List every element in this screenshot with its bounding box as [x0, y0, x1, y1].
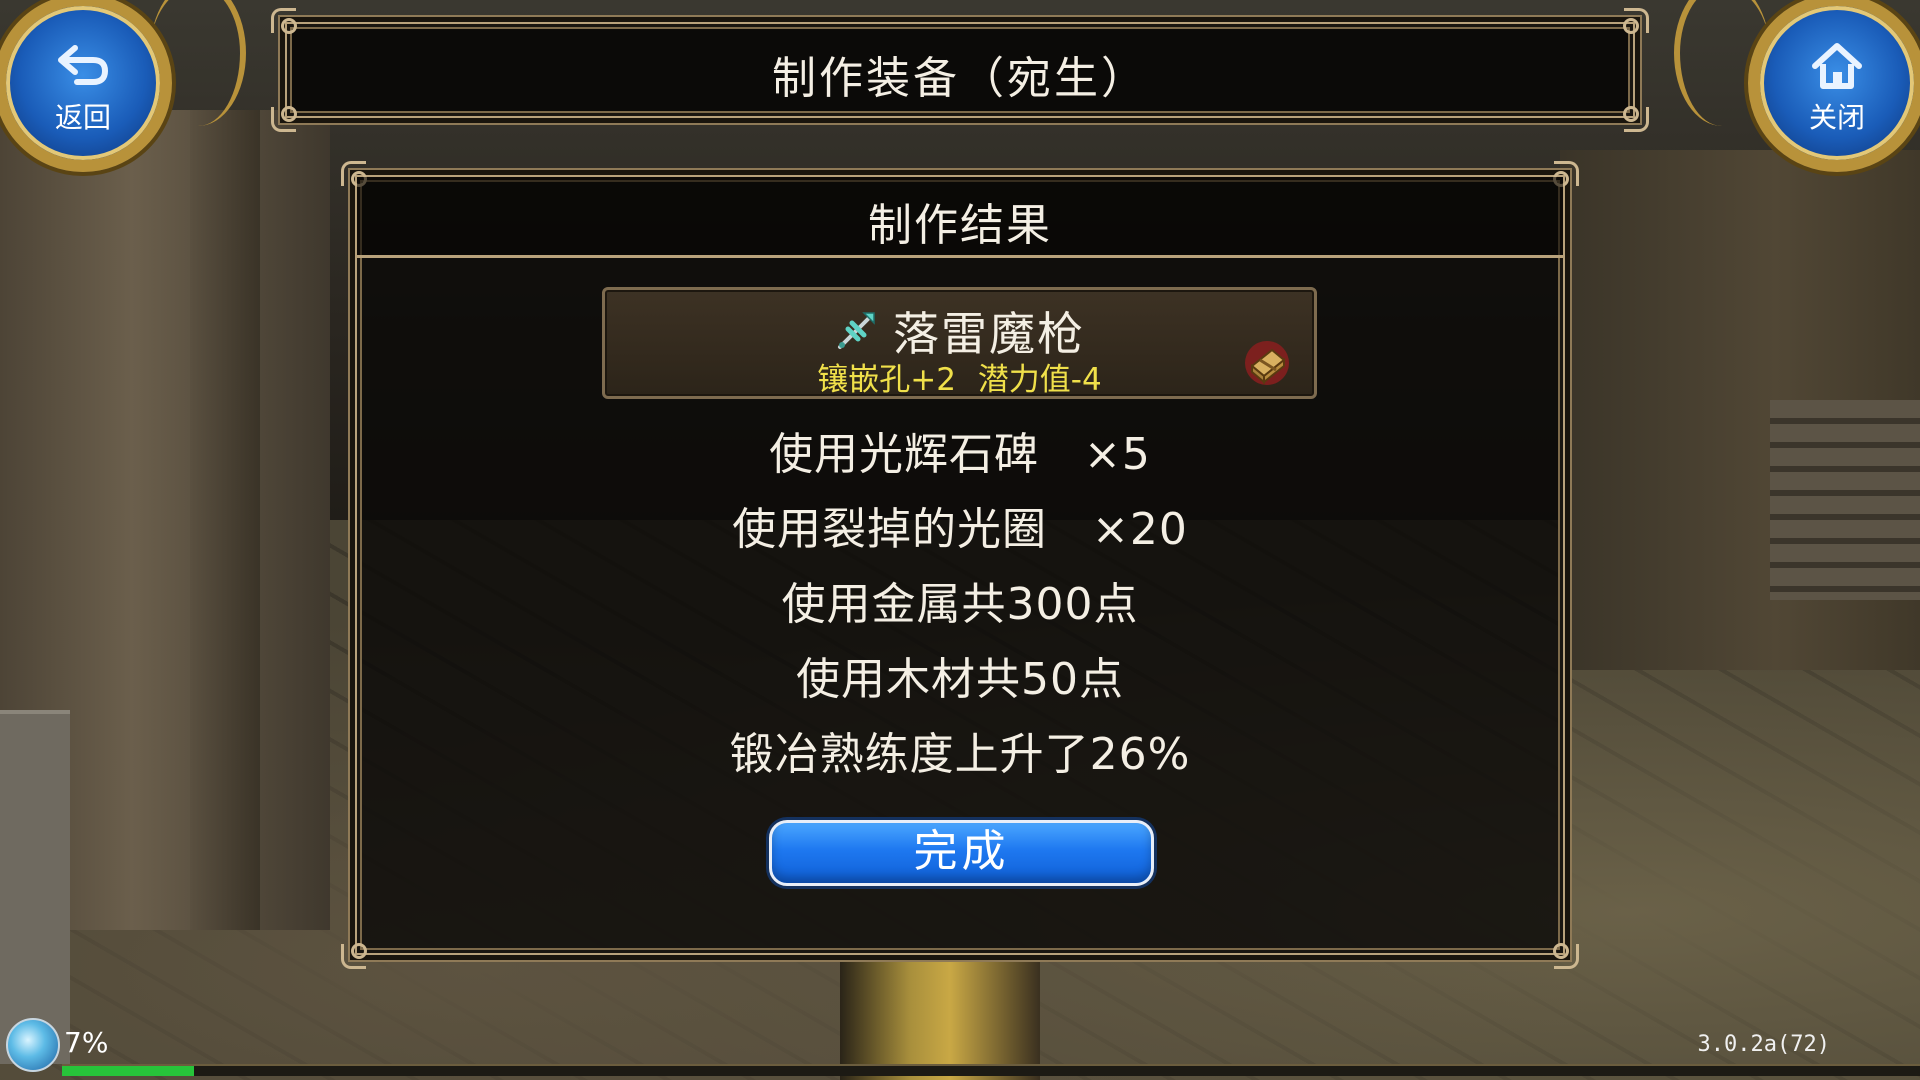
- experience-bar: [62, 1064, 1920, 1076]
- item-stat-sockets: 镶嵌孔+2: [817, 362, 956, 398]
- title-bar: 制作装备（宛生）: [271, 8, 1649, 132]
- result-line-proficiency: 锻冶熟练度上升了26%: [729, 729, 1191, 780]
- scene-right-building: [1560, 150, 1920, 670]
- frame-corner-ornament: [1535, 925, 1579, 969]
- frame-corner-ornament: [341, 925, 385, 969]
- item-stats: 镶嵌孔+2 潜力值-4: [605, 354, 1314, 399]
- experience-bar-fill: [62, 1066, 194, 1076]
- done-button[interactable]: 完成: [769, 820, 1154, 886]
- dialog-title: 制作结果: [868, 200, 1052, 251]
- result-line-material-2: 使用裂掉的光圈 ×20: [732, 504, 1188, 555]
- dialog-header: 制作结果: [357, 177, 1563, 258]
- spear-icon: [837, 312, 875, 349]
- scene-stone-block: [0, 710, 70, 1064]
- close-button[interactable]: 关闭: [1748, 0, 1920, 172]
- result-line-metal: 使用金属共300点: [781, 579, 1139, 630]
- item-stat-potential: 潜力值-4: [977, 362, 1102, 398]
- result-line-material-1: 使用光辉石碑 ×5: [769, 429, 1151, 480]
- scene-left-building: [0, 110, 330, 1064]
- scene-pillar: [190, 110, 260, 930]
- player-character: [840, 960, 1040, 1080]
- experience-orb-icon: [6, 1018, 60, 1072]
- result-line-wood: 使用木材共50点: [796, 654, 1124, 705]
- scene-stairs: [1770, 400, 1920, 600]
- version-label: 3.0.2a(72): [1697, 1032, 1830, 1057]
- back-button-label: 返回: [54, 101, 111, 134]
- treasure-box-icon: [1245, 341, 1289, 385]
- back-arrow-icon: [58, 45, 109, 85]
- experience-percent: 7%: [64, 1026, 109, 1059]
- close-button-label: 关闭: [1808, 101, 1865, 134]
- craft-result-dialog: 制作结果 落雷魔枪 镶嵌孔+2 潜力值-4 使用光辉石碑 ×5 使用裂掉的光圈 …: [341, 161, 1579, 969]
- craft-result-lines: 使用光辉石碑 ×5 使用裂掉的光圈 ×20 使用金属共300点 使用木材共50点…: [357, 417, 1563, 792]
- page-title: 制作装备（宛生）: [772, 53, 1148, 104]
- home-icon: [1812, 43, 1862, 89]
- crafted-item-card[interactable]: 落雷魔枪 镶嵌孔+2 潜力值-4: [602, 287, 1317, 399]
